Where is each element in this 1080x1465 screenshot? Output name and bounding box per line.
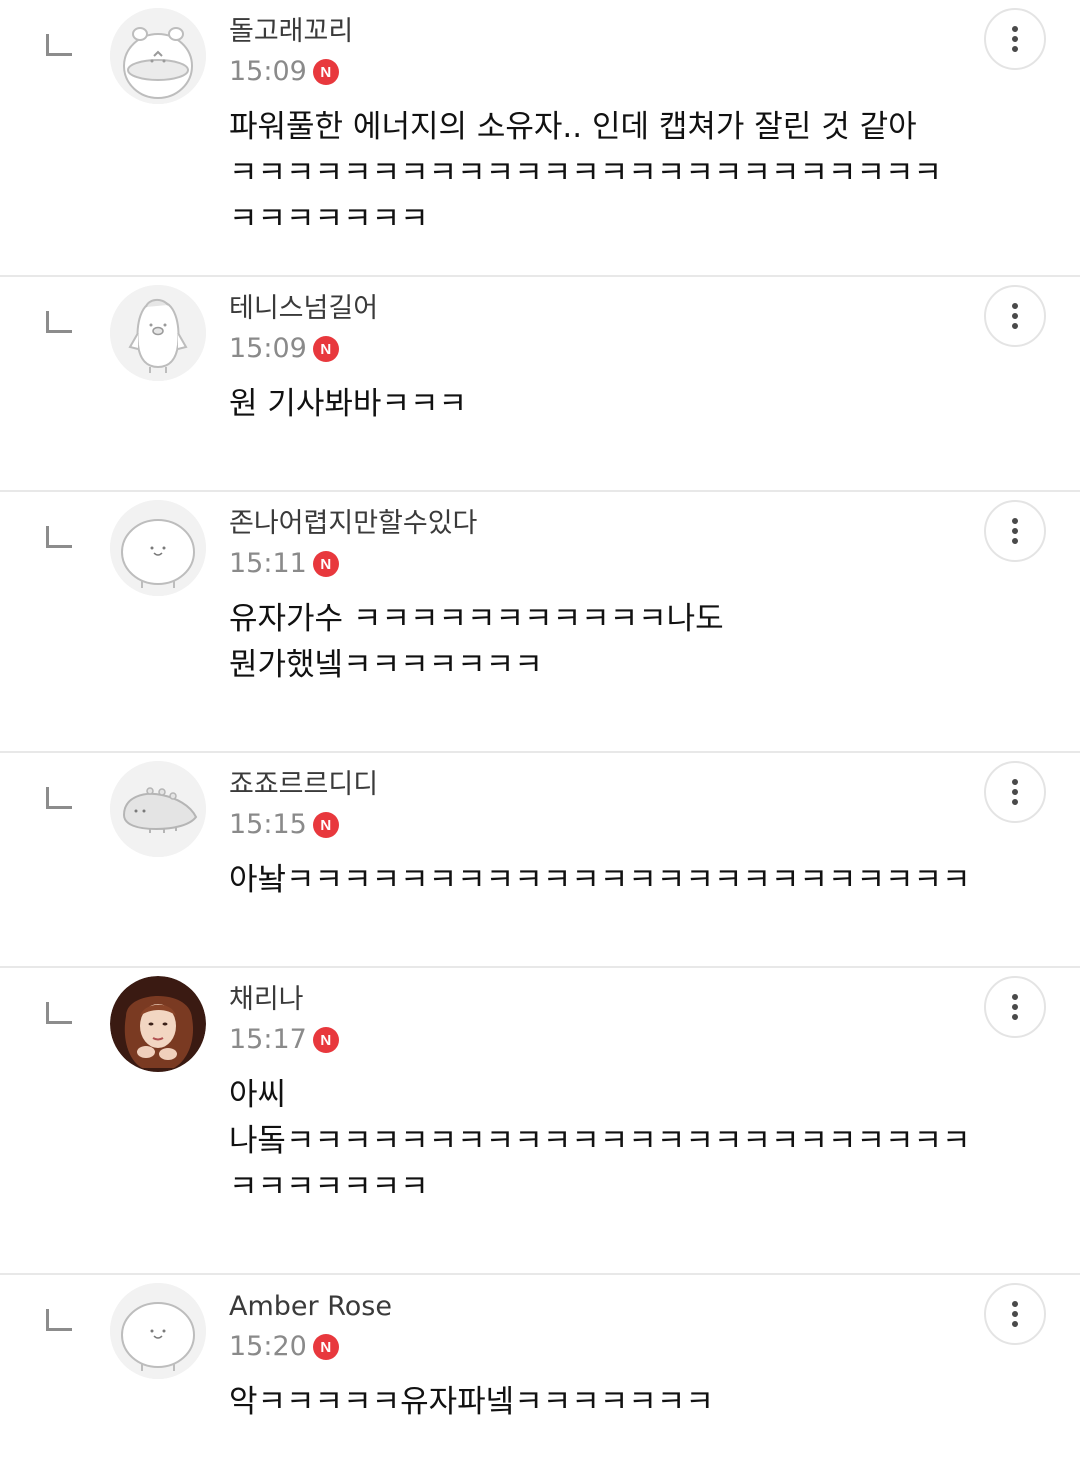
avatar[interactable] bbox=[110, 976, 206, 1072]
comment-time: 15:09 bbox=[229, 333, 307, 364]
reply-arrow-icon bbox=[46, 311, 72, 333]
comment-text-line: 뭔가했넼ㅋㅋㅋㅋㅋㅋㅋ bbox=[229, 647, 543, 683]
author-name[interactable]: 죠죠르르디디 bbox=[229, 767, 378, 803]
reply-arrow-icon bbox=[46, 34, 72, 56]
more-vertical-icon bbox=[1012, 518, 1018, 544]
reply-arrow-icon bbox=[46, 787, 72, 809]
avatar[interactable] bbox=[110, 1283, 206, 1379]
hamster-avatar-icon bbox=[110, 8, 206, 104]
new-badge: N bbox=[312, 812, 339, 838]
comment-text-line: ㅋㅋㅋㅋㅋㅋㅋ bbox=[229, 201, 429, 237]
comment-item: 테니스넘길어 15:09 N 원 기사봐바ㅋㅋㅋ bbox=[0, 277, 1080, 492]
comment-item: 돌고래꼬리 15:09 N 파워풀한 에너지의 소유자.. 인데 캡쳐가 잘린 … bbox=[0, 0, 1080, 277]
penguin-avatar-icon bbox=[110, 285, 206, 381]
more-options-button[interactable] bbox=[984, 285, 1046, 347]
comment-text: 악ㅋㅋㅋㅋㅋ유자파넼ㅋㅋㅋㅋㅋㅋㅋ bbox=[229, 1379, 999, 1425]
comment-meta: 15:15 N bbox=[229, 807, 339, 843]
new-badge: N bbox=[312, 336, 339, 362]
comment-text: 유자가수 ㅋㅋㅋㅋㅋㅋㅋㅋㅋㅋㅋ나도 뭔가했넼ㅋㅋㅋㅋㅋㅋㅋ bbox=[229, 596, 999, 688]
comment-text-line: 원 기사봐바ㅋㅋㅋ bbox=[229, 386, 468, 422]
comment-text: 아씨 나돜ㅋㅋㅋㅋㅋㅋㅋㅋㅋㅋㅋㅋㅋㅋㅋㅋㅋㅋㅋㅋㅋㅋㅋㅋ ㅋㅋㅋㅋㅋㅋㅋ bbox=[229, 1072, 999, 1210]
comment-text-line: 아씨 bbox=[229, 1077, 287, 1113]
reply-arrow-icon bbox=[46, 1309, 72, 1331]
more-options-button[interactable] bbox=[984, 976, 1046, 1038]
comment-text: 파워풀한 에너지의 소유자.. 인데 캡쳐가 잘린 것 같아 ㅋㅋㅋㅋㅋㅋㅋㅋㅋ… bbox=[229, 104, 999, 242]
comment-text-line: 유자가수 ㅋㅋㅋㅋㅋㅋㅋㅋㅋㅋㅋ나도 bbox=[229, 601, 724, 637]
more-vertical-icon bbox=[1012, 303, 1018, 329]
avatar[interactable] bbox=[110, 761, 206, 857]
blob-avatar-icon bbox=[110, 1283, 206, 1379]
more-options-button[interactable] bbox=[984, 1283, 1046, 1345]
blob-avatar-icon bbox=[110, 500, 206, 596]
dino-avatar-icon bbox=[110, 761, 206, 857]
comment-text-line: 악ㅋㅋㅋㅋㅋ유자파넼ㅋㅋㅋㅋㅋㅋㅋ bbox=[229, 1384, 714, 1420]
comment-text-line: 파워풀한 에너지의 소유자.. 인데 캡쳐가 잘린 것 같아 bbox=[229, 109, 917, 145]
comment-text: 원 기사봐바ㅋㅋㅋ bbox=[229, 381, 999, 427]
comment-meta: 15:09 N bbox=[229, 54, 339, 90]
comment-item: 채리나 15:17 N 아씨 나돜ㅋㅋㅋㅋㅋㅋㅋㅋㅋㅋㅋㅋㅋㅋㅋㅋㅋㅋㅋㅋㅋㅋㅋ… bbox=[0, 968, 1080, 1275]
profile-photo-icon bbox=[110, 976, 206, 1072]
more-vertical-icon bbox=[1012, 1301, 1018, 1327]
comment-text-line: 아놬ㅋㅋㅋㅋㅋㅋㅋㅋㅋㅋㅋㅋㅋㅋㅋㅋㅋㅋㅋㅋㅋㅋㅋㅋ bbox=[229, 862, 971, 898]
comment-time: 15:15 bbox=[229, 809, 307, 840]
comment-text-line: 나돜ㅋㅋㅋㅋㅋㅋㅋㅋㅋㅋㅋㅋㅋㅋㅋㅋㅋㅋㅋㅋㅋㅋㅋㅋ bbox=[229, 1123, 971, 1159]
comment-time: 15:09 bbox=[229, 56, 307, 87]
comment-item: 존나어렵지만할수있다 15:11 N 유자가수 ㅋㅋㅋㅋㅋㅋㅋㅋㅋㅋㅋ나도 뭔가… bbox=[0, 492, 1080, 753]
author-name[interactable]: 테니스넘길어 bbox=[229, 291, 378, 327]
author-name[interactable]: Amber Rose bbox=[229, 1289, 392, 1325]
comment-time: 15:11 bbox=[229, 548, 307, 579]
new-badge: N bbox=[312, 59, 339, 85]
comment-text-line: ㅋㅋㅋㅋㅋㅋㅋ bbox=[229, 1169, 429, 1205]
more-options-button[interactable] bbox=[984, 500, 1046, 562]
comment-meta: 15:09 N bbox=[229, 331, 339, 367]
comment-text-line: ㅋㅋㅋㅋㅋㅋㅋㅋㅋㅋㅋㅋㅋㅋㅋㅋㅋㅋㅋㅋㅋㅋㅋㅋㅋ bbox=[229, 155, 942, 191]
more-options-button[interactable] bbox=[984, 8, 1046, 70]
comment-meta: 15:20 N bbox=[229, 1329, 339, 1365]
avatar[interactable] bbox=[110, 500, 206, 596]
comment-meta: 15:11 N bbox=[229, 546, 339, 582]
comment-item: 죠죠르르디디 15:15 N 아놬ㅋㅋㅋㅋㅋㅋㅋㅋㅋㅋㅋㅋㅋㅋㅋㅋㅋㅋㅋㅋㅋㅋㅋ… bbox=[0, 753, 1080, 968]
comment-list: 돌고래꼬리 15:09 N 파워풀한 에너지의 소유자.. 인데 캡쳐가 잘린 … bbox=[0, 0, 1080, 1465]
comment-time: 15:17 bbox=[229, 1024, 307, 1055]
avatar[interactable] bbox=[110, 8, 206, 104]
new-badge: N bbox=[312, 1027, 339, 1053]
new-badge: N bbox=[312, 1334, 339, 1360]
more-vertical-icon bbox=[1012, 26, 1018, 52]
avatar[interactable] bbox=[110, 285, 206, 381]
author-name[interactable]: 채리나 bbox=[229, 982, 304, 1018]
reply-arrow-icon bbox=[46, 526, 72, 548]
reply-arrow-icon bbox=[46, 1002, 72, 1024]
new-badge: N bbox=[312, 551, 339, 577]
more-options-button[interactable] bbox=[984, 761, 1046, 823]
comment-text: 아놬ㅋㅋㅋㅋㅋㅋㅋㅋㅋㅋㅋㅋㅋㅋㅋㅋㅋㅋㅋㅋㅋㅋㅋㅋ bbox=[229, 857, 999, 903]
author-name[interactable]: 존나어렵지만할수있다 bbox=[229, 506, 477, 542]
author-name[interactable]: 돌고래꼬리 bbox=[229, 14, 353, 50]
comment-item: Amber Rose 15:20 N 악ㅋㅋㅋㅋㅋ유자파넼ㅋㅋㅋㅋㅋㅋㅋ bbox=[0, 1275, 1080, 1465]
more-vertical-icon bbox=[1012, 994, 1018, 1020]
comment-time: 15:20 bbox=[229, 1331, 307, 1362]
more-vertical-icon bbox=[1012, 779, 1018, 805]
comment-meta: 15:17 N bbox=[229, 1022, 339, 1058]
